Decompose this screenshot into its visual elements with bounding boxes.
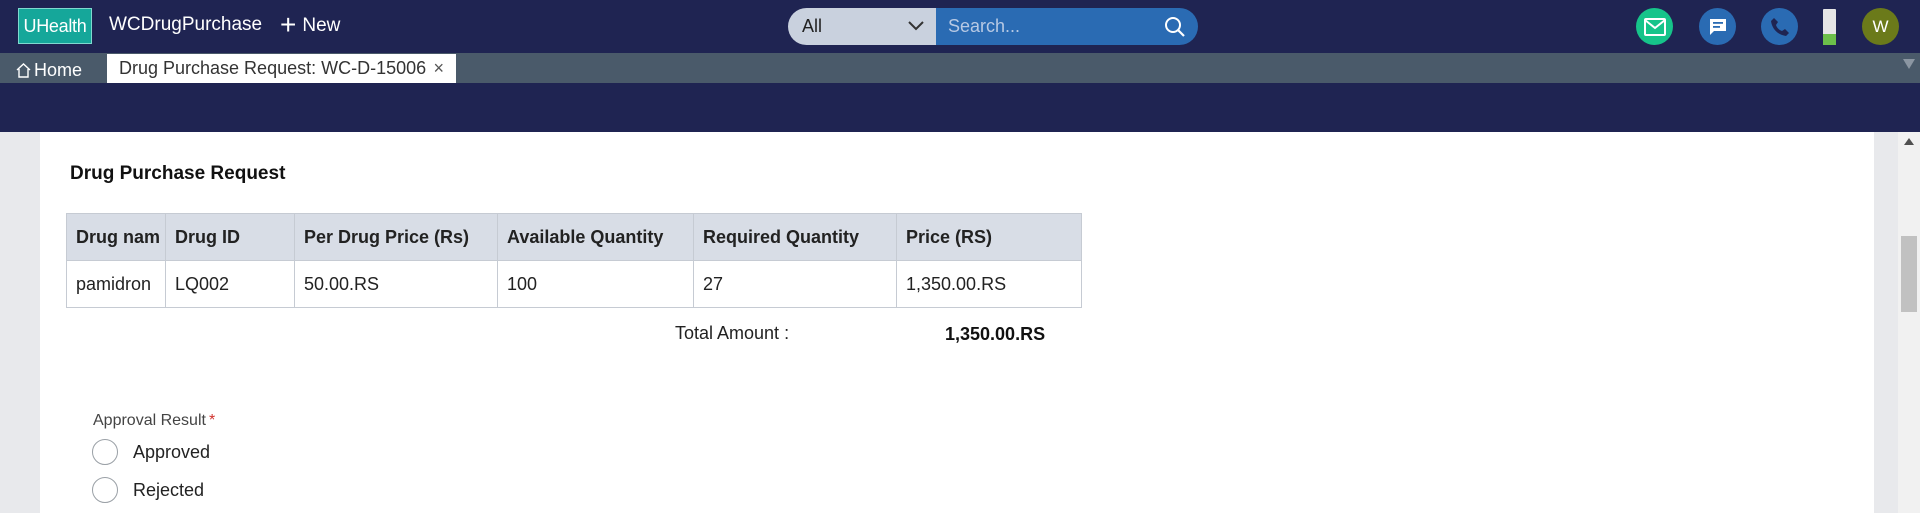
user-avatar[interactable]: W [1862, 8, 1899, 45]
approval-result-text: Approval Result [93, 412, 206, 429]
nav-band [0, 83, 1920, 132]
table-cell: LQ002 [165, 260, 295, 308]
required-marker: * [208, 412, 216, 429]
vertical-scrollbar[interactable] [1898, 132, 1920, 513]
phone-button[interactable] [1761, 8, 1798, 45]
home-icon [16, 62, 31, 78]
radio-button[interactable] [92, 477, 118, 503]
column-header[interactable]: Drug nam [66, 213, 166, 261]
tab-home[interactable]: Home [16, 57, 82, 83]
table-cell: 27 [693, 260, 897, 308]
tab-strip: Home Drug Purchase Request: WC-D-15006 × [0, 53, 1920, 83]
column-header[interactable]: Price (RS) [896, 213, 1082, 261]
phone-icon [1770, 17, 1789, 36]
column-header[interactable]: Required Quantity [693, 213, 897, 261]
section-title: Drug Purchase Request [70, 163, 286, 184]
chat-button[interactable] [1699, 8, 1736, 45]
column-header[interactable]: Available Quantity [497, 213, 694, 261]
battery-indicator [1823, 9, 1836, 45]
radio-approved-label: Approved [133, 441, 211, 462]
search-scope-value: All [802, 16, 823, 36]
radio-rejected-label: Rejected [133, 479, 205, 500]
close-icon[interactable]: × [433, 58, 444, 79]
table-cell: 1,350.00.RS [896, 260, 1082, 308]
tab-drug-purchase-request-label: Drug Purchase Request: WC-D-15006 [119, 58, 427, 78]
tab-drug-purchase-request[interactable]: Drug Purchase Request: WC-D-15006 × [107, 54, 456, 83]
drug-table: Drug nam Drug ID Per Drug Price (Rs) Ava… [66, 213, 1082, 308]
table-cell: pamidron [66, 260, 166, 308]
search-icon[interactable] [1164, 16, 1186, 38]
app-logo[interactable]: UHealth [18, 8, 92, 44]
app-name[interactable]: WCDrugPurchase [109, 14, 262, 36]
plus-icon: + [280, 8, 297, 40]
scroll-thumb[interactable] [1901, 236, 1917, 312]
chat-icon [1709, 18, 1726, 35]
column-header[interactable]: Drug ID [165, 213, 295, 261]
chevron-down-icon [908, 21, 924, 31]
table-cell: 50.00.RS [294, 260, 498, 308]
new-button-label: New [302, 15, 341, 36]
radio-rejected[interactable]: Rejected [92, 477, 204, 503]
radio-button[interactable] [92, 439, 118, 465]
tab-overflow-icon[interactable] [1903, 59, 1915, 69]
search-input[interactable] [936, 8, 1198, 45]
form-panel: Drug Purchase Request Drug nam Drug ID P… [40, 132, 1874, 513]
radio-approved[interactable]: Approved [92, 439, 210, 465]
mail-button[interactable] [1636, 8, 1673, 45]
scroll-up-icon[interactable] [1904, 138, 1914, 145]
table-row: pamidron LQ002 50.00.RS 100 27 1,350.00.… [66, 260, 1082, 308]
new-button[interactable]: + New [280, 8, 341, 40]
table-header-row: Drug nam Drug ID Per Drug Price (Rs) Ava… [66, 213, 1082, 261]
search-scope-select[interactable]: All [788, 8, 936, 45]
total-amount-label: Total Amount : [675, 323, 790, 343]
tab-home-label: Home [34, 59, 83, 80]
column-header[interactable]: Per Drug Price (Rs) [294, 213, 498, 261]
table-cell: 100 [497, 260, 694, 308]
mail-icon [1643, 17, 1666, 36]
battery-fill [1823, 34, 1836, 45]
approval-result-label: Approval Result * [93, 412, 215, 430]
top-header: UHealth WCDrugPurchase + New All W [0, 0, 1920, 53]
total-amount-value: 1,350.00.RS [945, 324, 1046, 344]
search-bar: All [788, 8, 1198, 45]
